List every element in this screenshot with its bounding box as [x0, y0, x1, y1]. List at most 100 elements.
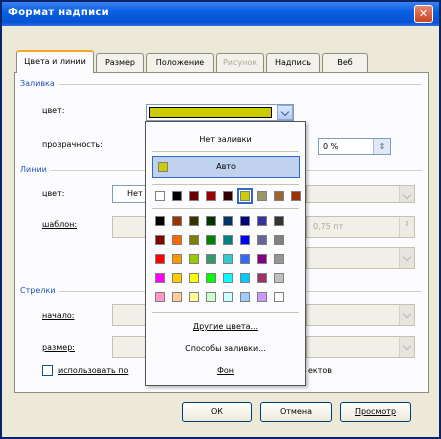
popup-separator	[152, 208, 299, 209]
palette-color-swatch[interactable]	[240, 292, 250, 302]
more-colors-option[interactable]: Другие цвета...	[146, 322, 305, 331]
palette-color-swatch[interactable]	[189, 254, 199, 264]
palette-color-swatch[interactable]	[172, 292, 182, 302]
connector-dropdown	[306, 247, 415, 269]
palette-color-swatch[interactable]	[155, 235, 165, 245]
preview-button[interactable]: Просмотр	[340, 402, 411, 422]
arrow-end-size-dropdown	[306, 336, 415, 358]
palette-color-swatch[interactable]	[172, 273, 182, 283]
default-checkbox-label: использовать по	[58, 366, 129, 375]
palette-color-swatch[interactable]	[223, 216, 233, 226]
default-checkbox[interactable]	[42, 365, 53, 376]
line-pattern-label: шаблон:	[42, 220, 78, 229]
tab-position[interactable]: Положение	[146, 53, 214, 72]
transparency-value: 0 %	[323, 142, 339, 151]
palette-color-swatch[interactable]	[240, 254, 250, 264]
line-pattern-dropdown	[112, 216, 147, 238]
palette-color-swatch[interactable]	[189, 216, 199, 226]
palette-color-swatch[interactable]	[257, 254, 267, 264]
arrows-section-title: Стрелки	[20, 286, 60, 295]
palette-color-swatch[interactable]	[189, 235, 199, 245]
tab-textbox[interactable]: Надпись	[266, 53, 320, 72]
palette-color-swatch[interactable]	[155, 292, 165, 302]
line-weight-spinner: ⇕	[399, 217, 414, 237]
fill-color-popup: Нет заливки Авто Другие цвета... Способы…	[145, 121, 306, 386]
palette-color-swatch[interactable]	[257, 235, 267, 245]
palette-color-swatch[interactable]	[223, 235, 233, 245]
ok-button[interactable]: ОК	[182, 402, 252, 422]
palette-color-swatch[interactable]	[206, 254, 216, 264]
palette-color-swatch[interactable]	[240, 273, 250, 283]
recent-color-swatch[interactable]	[291, 191, 301, 201]
popup-separator	[152, 312, 299, 313]
line-color-label: цвет:	[42, 189, 65, 198]
recent-color-swatch[interactable]	[274, 191, 284, 201]
palette-color-swatch[interactable]	[240, 216, 250, 226]
line-weight-input: 0,75 пт ⇕	[306, 216, 415, 238]
recent-color-swatch[interactable]	[172, 191, 182, 201]
palette-color-swatch[interactable]	[206, 235, 216, 245]
tab-size[interactable]: Размер	[96, 53, 144, 72]
palette-color-swatch[interactable]	[189, 292, 199, 302]
palette-color-swatch[interactable]	[240, 235, 250, 245]
close-icon: ✕	[418, 7, 429, 20]
palette-color-swatch[interactable]	[155, 216, 165, 226]
arrow-size-dropdown	[112, 336, 147, 358]
chevron-down-icon	[399, 186, 414, 202]
tab-colors-lines[interactable]: Цвета и линии	[16, 50, 94, 73]
close-button[interactable]: ✕	[414, 5, 433, 23]
palette-color-swatch[interactable]	[257, 216, 267, 226]
fill-divider	[22, 84, 422, 85]
tab-web[interactable]: Веб	[322, 53, 368, 72]
line-style-dropdown	[306, 185, 415, 203]
palette-color-swatch[interactable]	[155, 273, 165, 283]
palette-color-swatch[interactable]	[172, 254, 182, 264]
palette-color-swatch[interactable]	[257, 273, 267, 283]
auto-color-label: Авто	[216, 162, 236, 171]
default-checkbox-label-end: ектов	[308, 366, 333, 375]
fill-color-label: цвет:	[42, 106, 65, 115]
transparency-spinner[interactable]: ⇕	[373, 139, 390, 154]
palette-color-swatch[interactable]	[223, 292, 233, 302]
palette-color-swatch[interactable]	[206, 273, 216, 283]
fill-color-swatch	[149, 107, 272, 118]
line-weight-value: 0,75 пт	[313, 222, 344, 231]
auto-color-option[interactable]: Авто	[152, 156, 300, 178]
lines-section-title: Линии	[20, 165, 51, 174]
fill-color-dropdown[interactable]	[146, 104, 294, 121]
arrow-start-label: начало:	[42, 311, 75, 320]
palette-color-swatch[interactable]	[172, 216, 182, 226]
palette-color-swatch[interactable]	[274, 292, 284, 302]
recent-color-swatch[interactable]	[237, 188, 253, 204]
chevron-down-icon[interactable]	[277, 105, 293, 120]
no-fill-option[interactable]: Нет заливки	[146, 135, 305, 144]
window-title: Формат надписи	[8, 7, 109, 18]
title-bar: Формат надписи ✕	[2, 2, 439, 26]
palette-color-swatch[interactable]	[274, 273, 284, 283]
recent-color-swatch[interactable]	[206, 191, 216, 201]
palette-color-swatch[interactable]	[189, 273, 199, 283]
palette-color-swatch[interactable]	[155, 254, 165, 264]
palette-color-swatch[interactable]	[206, 216, 216, 226]
arrow-size-label: размер:	[42, 343, 75, 352]
palette-color-swatch[interactable]	[274, 235, 284, 245]
recent-color-swatch[interactable]	[155, 191, 165, 201]
palette-color-swatch[interactable]	[223, 254, 233, 264]
chevron-down-icon	[399, 337, 414, 357]
tab-picture: Рисунок	[216, 53, 264, 72]
palette-color-swatch[interactable]	[206, 292, 216, 302]
recent-color-swatch[interactable]	[189, 191, 199, 201]
popup-separator	[152, 151, 299, 152]
recent-color-swatch[interactable]	[257, 191, 267, 201]
background-option[interactable]: Фон	[146, 366, 305, 375]
palette-color-swatch[interactable]	[274, 216, 284, 226]
fill-effects-option[interactable]: Способы заливки...	[146, 344, 305, 353]
format-textbox-dialog: Формат надписи ✕ Цвета и линии Размер По…	[0, 0, 441, 439]
cancel-button[interactable]: Отмена	[260, 402, 332, 422]
palette-color-swatch[interactable]	[223, 273, 233, 283]
recent-color-swatch[interactable]	[223, 191, 233, 201]
chevron-down-icon	[399, 305, 414, 325]
palette-color-swatch[interactable]	[274, 254, 284, 264]
palette-color-swatch[interactable]	[257, 292, 267, 302]
palette-color-swatch[interactable]	[172, 235, 182, 245]
